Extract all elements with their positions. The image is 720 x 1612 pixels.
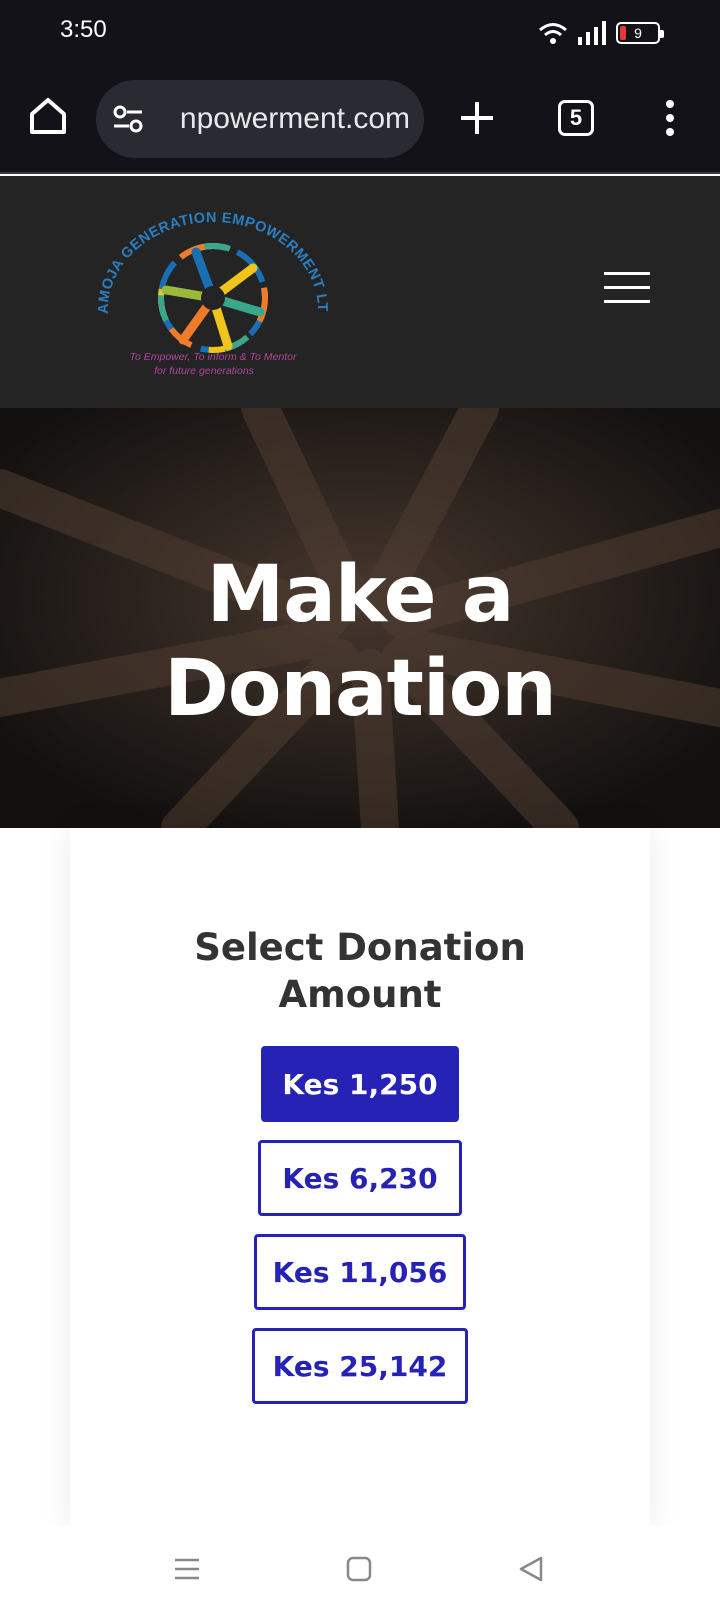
recents-icon[interactable] xyxy=(172,1554,202,1584)
battery-icon: 9 xyxy=(616,22,664,44)
amount-option-6230[interactable]: Kes 6,230 xyxy=(258,1140,462,1216)
status-time: 3:50 xyxy=(60,16,107,43)
logo-tagline-line1: To Empower, To inform & To Mentor xyxy=(130,351,297,363)
donation-section: Select Donation Amount Kes 1,250 Kes 6,2… xyxy=(0,828,720,1528)
donation-title-line1: Select Donation xyxy=(194,926,526,969)
home-square-icon[interactable] xyxy=(344,1554,374,1584)
status-icons: 9 xyxy=(538,18,664,48)
browser-toolbar: npowerment.com 5 xyxy=(0,64,720,174)
hero-banner: Make a Donation xyxy=(0,408,720,828)
hero-title-line2: Donation xyxy=(164,644,557,734)
url-text[interactable]: npowerment.com xyxy=(150,102,410,136)
signal-icon xyxy=(578,21,606,45)
amount-option-1250[interactable]: Kes 1,250 xyxy=(261,1046,459,1122)
company-logo[interactable]: PAMOJA GENERATION EMPOWERMENT LTD To Emp… xyxy=(88,200,338,390)
new-tab-icon[interactable] xyxy=(455,96,499,140)
hero-title-line1: Make a xyxy=(206,550,515,640)
amount-option-25142[interactable]: Kes 25,142 xyxy=(252,1328,468,1404)
back-icon[interactable] xyxy=(516,1554,546,1584)
more-menu-icon[interactable] xyxy=(660,98,680,138)
battery-level-fill xyxy=(620,26,626,40)
address-bar[interactable]: npowerment.com xyxy=(96,80,424,158)
home-icon[interactable] xyxy=(26,94,70,138)
tabs-icon[interactable]: 5 xyxy=(558,100,594,136)
logo-tagline-line2: for future generations xyxy=(154,365,255,377)
hamburger-icon[interactable] xyxy=(604,272,650,306)
system-nav-bar xyxy=(0,1526,720,1612)
hero-title: Make a Donation xyxy=(0,548,720,736)
donation-title: Select Donation Amount xyxy=(70,924,650,1018)
donation-card: Select Donation Amount Kes 1,250 Kes 6,2… xyxy=(70,828,650,1528)
site-settings-icon[interactable] xyxy=(112,104,144,134)
status-bar: 3:50 9 xyxy=(0,0,720,64)
wifi-icon xyxy=(539,23,567,44)
amount-option-11056[interactable]: Kes 11,056 xyxy=(254,1234,466,1310)
site-header: PAMOJA GENERATION EMPOWERMENT LTD To Emp… xyxy=(0,176,720,408)
battery-level: 9 xyxy=(634,25,642,41)
donation-title-line2: Amount xyxy=(278,973,442,1016)
